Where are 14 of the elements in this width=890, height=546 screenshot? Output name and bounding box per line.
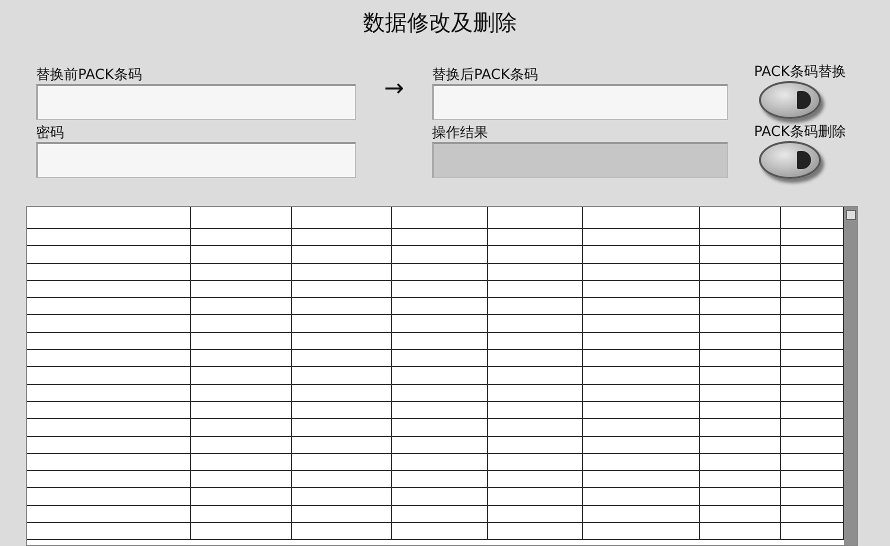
input-field[interactable] [36,142,356,178]
scrollbar[interactable] [844,207,857,545]
round-button[interactable] [758,140,821,178]
input-field[interactable] [36,84,356,120]
field-label: 替换后PACK条码 [432,67,539,84]
window-title: 数据修改及删除 [362,10,518,38]
field-label: 密码 [36,125,65,142]
input-field[interactable] [432,84,728,120]
field-label: 替换前PACK条码 [36,67,143,84]
button-label: PACK条码删除 [754,122,846,140]
arrow-text: → [384,73,404,103]
round-button[interactable] [758,81,821,119]
field-label: 操作结果 [432,125,489,142]
button-label: PACK条码替换 [754,63,846,81]
